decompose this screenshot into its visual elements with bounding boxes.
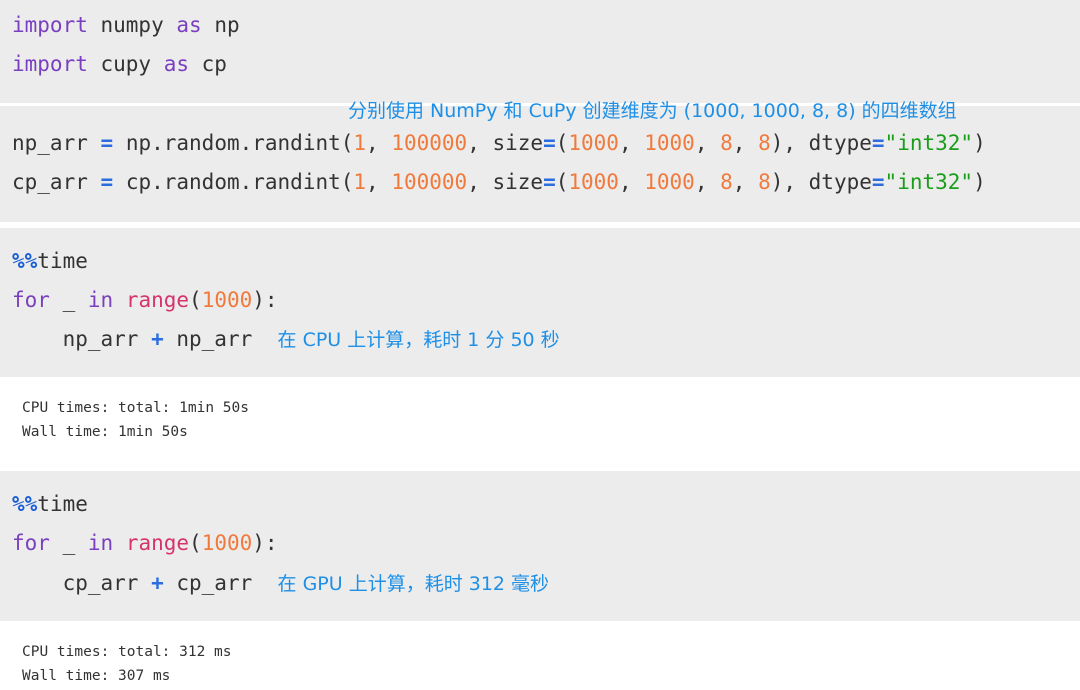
code-line: np_arr = np.random.randint(1, 100000, si…: [12, 129, 986, 157]
keyword: import: [12, 52, 88, 76]
separator: , size: [467, 170, 544, 194]
code-cell-imports[interactable]: import numpy as np import cupy as cp: [0, 0, 1080, 103]
code-line: for _ in range(1000):: [12, 529, 278, 557]
separator: , size: [467, 131, 544, 155]
call: np.random.randint(: [113, 131, 354, 155]
operand: cp_arr: [163, 571, 253, 595]
keyword: in: [87, 531, 114, 555]
magic-name: time: [37, 249, 88, 273]
code-line: import cupy as cp: [12, 50, 227, 78]
separator: ,: [366, 131, 392, 155]
loop-var: _: [49, 288, 88, 312]
number: 1: [353, 170, 367, 194]
keyword: in: [87, 288, 114, 312]
module-name: numpy: [87, 13, 177, 37]
code-line: %%time: [12, 247, 88, 275]
annotation-create-arrays: 分别使用 NumPy 和 CuPy 创建维度为 (1000, 1000, 8, …: [348, 100, 957, 122]
string: "int32": [884, 131, 974, 155]
operand: cp_arr: [12, 571, 152, 595]
number: 8: [720, 170, 733, 194]
variable: cp_arr: [12, 170, 88, 194]
paren: ): [973, 131, 986, 155]
operator: =: [100, 170, 114, 194]
number: 8: [758, 131, 771, 155]
code-line: %%time: [12, 490, 88, 518]
cell-output-numpy: CPU times: total: 1min 50s Wall time: 1m…: [0, 377, 1080, 471]
operand: np_arr: [163, 327, 253, 351]
loop-var: _: [49, 531, 88, 555]
number: 1000: [644, 170, 695, 194]
call: cp.random.randint(: [113, 170, 354, 194]
keyword: for: [12, 531, 50, 555]
separator: ), dtype: [770, 170, 872, 194]
code-cell-cupy-timing[interactable]: %%time for _ in range(1000): cp_arr + cp…: [0, 471, 1080, 621]
separator: ,: [694, 170, 721, 194]
code-line: for _ in range(1000):: [12, 286, 278, 314]
builtin: range: [125, 531, 190, 555]
magic-prefix: %%: [12, 249, 38, 273]
keyword: import: [12, 13, 88, 37]
paren: ):: [252, 288, 278, 312]
paren: ): [973, 170, 986, 194]
magic-prefix: %%: [12, 492, 38, 516]
annotation-cpu: 在 CPU 上计算，耗时 1 分 50 秒: [277, 329, 560, 351]
keyword: as: [176, 13, 202, 37]
operator: =: [871, 131, 885, 155]
cell-output-cupy: CPU times: total: 312 ms Wall time: 307 …: [0, 621, 1080, 690]
number: 100000: [391, 170, 468, 194]
alias: cp: [189, 52, 227, 76]
paren: (: [189, 288, 202, 312]
keyword: as: [163, 52, 190, 76]
output-line: Wall time: 307 ms: [22, 668, 171, 684]
operator: =: [543, 170, 556, 194]
number: 1: [353, 131, 367, 155]
paren: ):: [252, 531, 278, 555]
output-line: Wall time: 1min 50s: [22, 424, 188, 440]
operator: =: [543, 131, 556, 155]
paren: (: [555, 170, 569, 194]
number: 1000: [201, 531, 253, 555]
string: "int32": [884, 170, 974, 194]
separator: ,: [732, 131, 759, 155]
module-name: cupy: [87, 52, 164, 76]
operator: =: [871, 170, 885, 194]
separator: ,: [618, 131, 645, 155]
code-line: np_arr + np_arr 在 CPU 上计算，耗时 1 分 50 秒: [12, 325, 560, 354]
separator: ,: [732, 170, 759, 194]
operand: np_arr: [12, 327, 152, 351]
keyword: for: [12, 288, 50, 312]
operator: +: [151, 571, 164, 595]
number: 1000: [568, 131, 619, 155]
annotation-gpu: 在 GPU 上计算，耗时 312 毫秒: [277, 573, 550, 595]
operator: =: [100, 131, 114, 155]
number: 100000: [391, 131, 468, 155]
code-line: cp_arr = cp.random.randint(1, 100000, si…: [12, 168, 986, 196]
code-cell-numpy-timing[interactable]: %%time for _ in range(1000): np_arr + np…: [0, 228, 1080, 377]
number: 1000: [644, 131, 695, 155]
paren: (: [189, 531, 202, 555]
separator: ), dtype: [770, 131, 872, 155]
output-line: CPU times: total: 1min 50s: [22, 400, 249, 416]
separator: ,: [366, 170, 392, 194]
number: 8: [720, 131, 733, 155]
code-line: import numpy as np: [12, 11, 240, 39]
output-line: CPU times: total: 312 ms: [22, 644, 232, 660]
separator: ,: [694, 131, 721, 155]
number: 1000: [201, 288, 253, 312]
number: 8: [758, 170, 771, 194]
operator: +: [151, 327, 164, 351]
magic-name: time: [37, 492, 88, 516]
paren: (: [555, 131, 569, 155]
code-line: cp_arr + cp_arr 在 GPU 上计算，耗时 312 毫秒: [12, 569, 550, 598]
variable: np_arr: [12, 131, 88, 155]
alias: np: [201, 13, 240, 37]
builtin: range: [125, 288, 190, 312]
number: 1000: [568, 170, 619, 194]
separator: ,: [618, 170, 645, 194]
